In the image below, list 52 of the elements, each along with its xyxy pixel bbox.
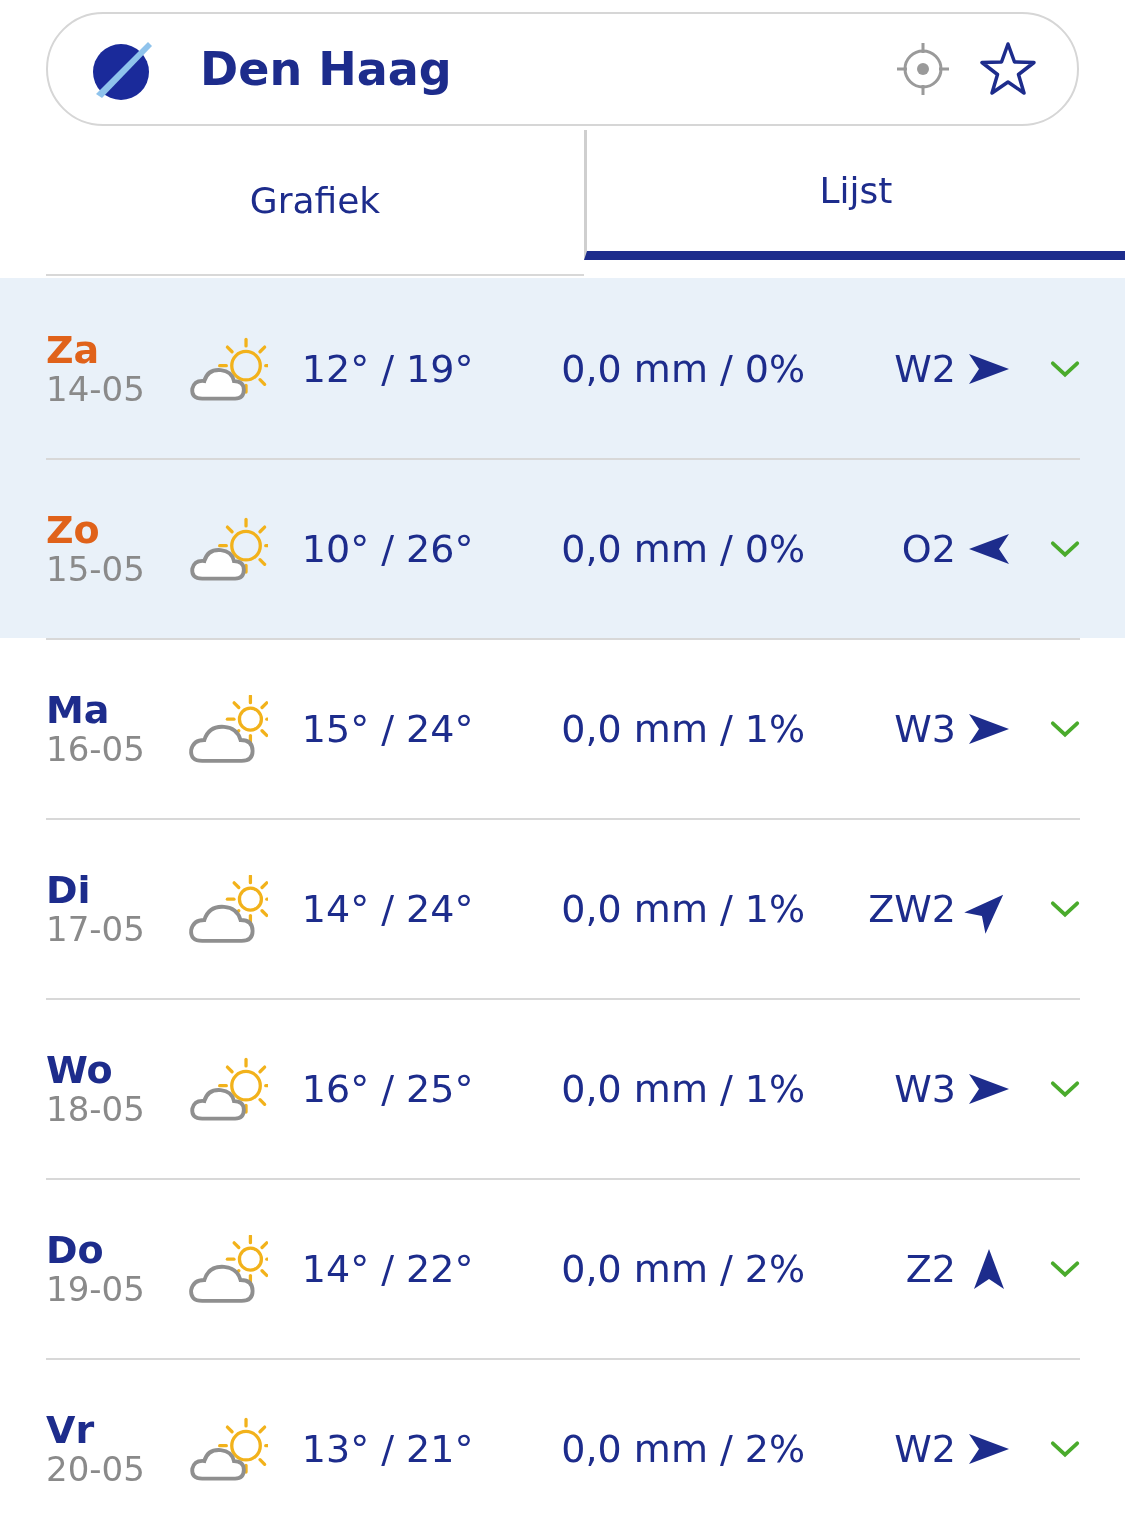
tab[interactable]: Grafiek <box>46 126 584 276</box>
chevron-down-icon[interactable] <box>1049 1439 1080 1459</box>
day-name: Di <box>46 870 92 910</box>
date: 15-05 <box>46 550 146 588</box>
temperature: 13° / 21° <box>300 1427 475 1471</box>
day-name: Za <box>46 330 101 370</box>
precipitation: 0,0 mm / 2% <box>560 1427 807 1471</box>
chevron-down-icon[interactable] <box>1049 359 1080 379</box>
cloud-and-sun-icon <box>186 1235 268 1303</box>
chevron-down-icon[interactable] <box>1049 1079 1080 1099</box>
date: 20-05 <box>46 1450 146 1488</box>
temperature: 12° / 19° <box>300 347 475 391</box>
city-name: Den Haag <box>200 42 453 96</box>
day-name: Ma <box>46 690 111 730</box>
cloud-and-sun-icon <box>186 875 268 943</box>
day-name: Wo <box>46 1050 114 1090</box>
precipitation: 0,0 mm / 1% <box>560 1067 807 1111</box>
chevron-down-icon[interactable] <box>1049 539 1080 559</box>
wind: W2 <box>894 347 956 391</box>
precipitation: 0,0 mm / 1% <box>560 707 807 751</box>
chevron-down-icon[interactable] <box>1049 719 1080 739</box>
day-name: Do <box>46 1230 105 1270</box>
temperature: 15° / 24° <box>300 707 475 751</box>
precipitation: 0,0 mm / 2% <box>560 1247 807 1291</box>
temperature: 10° / 26° <box>300 527 475 571</box>
temperature: 14° / 24° <box>300 887 475 931</box>
day-name: Zo <box>46 510 101 550</box>
date: 17-05 <box>46 910 146 948</box>
tab[interactable]: Lijst <box>584 130 1125 260</box>
wind: O2 <box>901 527 956 571</box>
temperature: 14° / 22° <box>300 1247 475 1291</box>
precipitation: 0,0 mm / 0% <box>560 527 807 571</box>
wind: W3 <box>894 707 956 751</box>
cloud-and-sun-icon <box>186 695 268 763</box>
chevron-down-icon[interactable] <box>1049 899 1080 919</box>
day-name: Vr <box>46 1410 96 1450</box>
wind: W2 <box>894 1427 956 1471</box>
wind: W3 <box>894 1067 956 1111</box>
star-icon[interactable] <box>979 41 1037 97</box>
date: 18-05 <box>46 1090 146 1128</box>
locate-icon[interactable] <box>895 41 951 97</box>
chevron-down-icon[interactable] <box>1049 1259 1080 1279</box>
forecast-row[interactable]: Za 14-05 12° / 19° 0,0 mm / 0% W2 <box>0 278 1125 458</box>
date: 14-05 <box>46 370 146 408</box>
temperature: 16° / 25° <box>300 1067 475 1111</box>
precipitation: 0,0 mm / 1% <box>560 887 807 931</box>
forecast-row[interactable]: Zo 15-05 10° / 26° 0,0 mm / 0% O2 <box>0 458 1125 638</box>
precipitation: 0,0 mm / 0% <box>560 347 807 391</box>
date: 19-05 <box>46 1270 146 1308</box>
date: 16-05 <box>46 730 146 768</box>
wind: ZW2 <box>868 887 956 931</box>
wind: Z2 <box>905 1247 956 1291</box>
